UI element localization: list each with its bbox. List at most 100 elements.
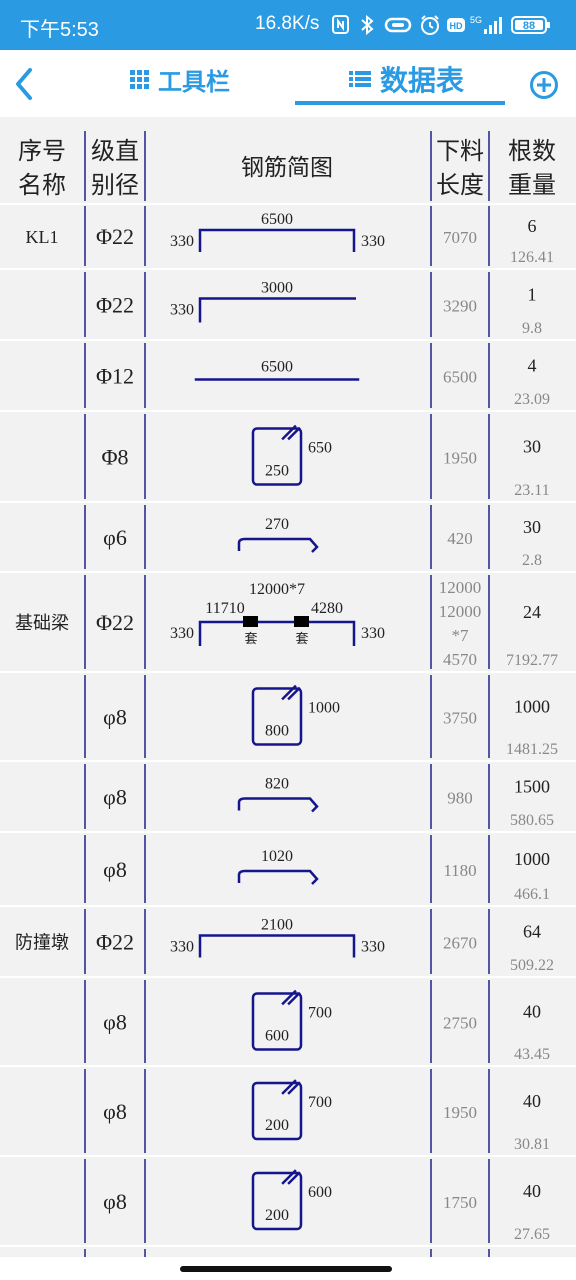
dim-length: 2100 bbox=[261, 917, 293, 934]
row-divider bbox=[0, 571, 576, 573]
bar-weight: 30.81 bbox=[514, 1136, 550, 1153]
hd-icon: HD bbox=[446, 12, 466, 38]
cut-length: 4570 bbox=[443, 650, 477, 669]
bar-weight: 126.41 bbox=[510, 249, 554, 266]
dim-total: 12000*7 bbox=[249, 581, 305, 598]
coupler-marker bbox=[294, 616, 309, 627]
tab-data-table-label: 数据表 bbox=[380, 65, 465, 96]
chevron-left-icon bbox=[16, 68, 32, 100]
coupler-label: 套 bbox=[295, 631, 308, 646]
navigation-bar bbox=[0, 1257, 576, 1280]
header-name-line2: 名称 bbox=[18, 172, 66, 199]
cut-length: 3750 bbox=[443, 709, 477, 728]
dim-right-segment: 4280 bbox=[311, 600, 343, 617]
cut-length: 2750 bbox=[443, 1014, 477, 1033]
cut-length: 1950 bbox=[443, 1103, 477, 1122]
dim-length: 6500 bbox=[261, 359, 293, 376]
dim-height: 700 bbox=[308, 1005, 332, 1022]
bar-count: 1000 bbox=[514, 849, 550, 869]
table-row[interactable] bbox=[0, 1157, 576, 1245]
dim-left-segment: 11710 bbox=[205, 600, 244, 617]
table-row[interactable] bbox=[0, 412, 576, 501]
bar-weight: 2.8 bbox=[522, 552, 542, 569]
add-button[interactable] bbox=[528, 69, 560, 101]
bar-count: 30 bbox=[523, 437, 541, 457]
header-count-line2: 重量 bbox=[508, 172, 556, 199]
bar-count: 4 bbox=[528, 356, 537, 376]
row-divider bbox=[0, 1155, 576, 1157]
coupler-label: 套 bbox=[244, 631, 257, 646]
bar-count: 40 bbox=[523, 1091, 541, 1111]
cut-length: 1950 bbox=[443, 449, 477, 468]
tab-toolbar[interactable]: 工具栏 bbox=[128, 62, 230, 96]
row-divider bbox=[0, 1245, 576, 1247]
cut-length: 2670 bbox=[443, 934, 477, 953]
bar-count: 30 bbox=[523, 517, 541, 537]
cut-length: 6500 bbox=[443, 368, 477, 387]
table-row[interactable] bbox=[0, 341, 576, 410]
bar-weight: 43.45 bbox=[514, 1046, 550, 1063]
row-divider bbox=[0, 760, 576, 762]
row-divider bbox=[0, 1065, 576, 1067]
bar-count: 1000 bbox=[514, 697, 550, 717]
dim-height: 600 bbox=[308, 1184, 332, 1201]
dim-left: 330 bbox=[170, 302, 194, 319]
dim-length: 1020 bbox=[261, 848, 293, 865]
cut-length: 420 bbox=[447, 529, 473, 548]
row-divider bbox=[0, 905, 576, 907]
bar-weight: 580.65 bbox=[510, 812, 554, 829]
tab-toolbar-label: 工具栏 bbox=[158, 68, 230, 96]
bar-grade-diameter: φ8 bbox=[103, 785, 127, 810]
dim-right: 330 bbox=[361, 233, 385, 250]
coupler-marker bbox=[243, 616, 258, 627]
header-length-line1: 下料 bbox=[436, 138, 484, 165]
list-icon bbox=[349, 71, 371, 87]
dim-left: 330 bbox=[170, 625, 194, 642]
bar-grade-diameter: φ8 bbox=[103, 857, 127, 882]
table-row[interactable] bbox=[0, 833, 576, 905]
table-row[interactable] bbox=[0, 673, 576, 760]
table-row[interactable] bbox=[0, 503, 576, 571]
header-grade-line1: 级直 bbox=[91, 138, 139, 165]
cut-length: 1180 bbox=[443, 861, 476, 880]
row-divider bbox=[0, 831, 576, 833]
dim-width: 200 bbox=[265, 1117, 289, 1134]
bar-weight: 7192.77 bbox=[506, 652, 558, 669]
network-type: 5G bbox=[470, 15, 482, 25]
dim-length: 270 bbox=[265, 516, 289, 533]
data-table-grid: 序号名称级直别径 钢筋简图 下料长度根数重量 KL1 Φ22 7070 6 126.41 650… bbox=[0, 131, 576, 1257]
bar-count: 6 bbox=[528, 216, 537, 236]
header-name-line1: 序号 bbox=[18, 138, 66, 165]
table-row[interactable] bbox=[0, 978, 576, 1065]
cut-length: 1750 bbox=[443, 1193, 477, 1212]
table-row[interactable] bbox=[0, 762, 576, 831]
bar-count: 64 bbox=[523, 922, 541, 942]
home-indicator[interactable] bbox=[180, 1266, 392, 1272]
bar-weight: 1481.25 bbox=[506, 741, 558, 758]
bar-grade-diameter: Φ22 bbox=[96, 930, 134, 955]
bar-count: 40 bbox=[523, 1002, 541, 1022]
back-button[interactable] bbox=[10, 64, 42, 104]
tab-indicator bbox=[295, 101, 505, 105]
member-name: KL1 bbox=[26, 227, 59, 247]
header-grade-line2: 别径 bbox=[91, 172, 139, 199]
bar-grade-diameter: φ8 bbox=[103, 705, 127, 730]
bar-grade-diameter: Φ22 bbox=[96, 610, 134, 635]
status-time: 下午5:53 bbox=[20, 19, 99, 41]
member-name: 基础梁 bbox=[15, 613, 69, 633]
bar-grade-diameter: Φ22 bbox=[96, 224, 134, 249]
dim-width: 250 bbox=[265, 463, 289, 480]
cut-length: 12000 bbox=[439, 602, 482, 621]
cut-length: 12000 bbox=[439, 578, 482, 597]
table-row[interactable] bbox=[0, 1067, 576, 1155]
cut-length: 7070 bbox=[443, 228, 477, 247]
bar-grade-diameter: Φ8 bbox=[101, 445, 128, 470]
bar-weight: 466.1 bbox=[514, 886, 550, 903]
data-table: 序号 名称 级直 别径 钢筋简图 下料 长度 根数 重量 KL1 Φ22 7070 6 126.41 650… bbox=[0, 117, 576, 1257]
dim-length: 820 bbox=[265, 776, 289, 793]
bar-grade-diameter: φ8 bbox=[103, 1189, 127, 1214]
tab-data-table[interactable]: 数据表 bbox=[348, 62, 464, 96]
dim-right: 330 bbox=[361, 625, 385, 642]
bar-grade-diameter: Φ12 bbox=[96, 364, 134, 389]
dim-width: 600 bbox=[265, 1028, 289, 1045]
